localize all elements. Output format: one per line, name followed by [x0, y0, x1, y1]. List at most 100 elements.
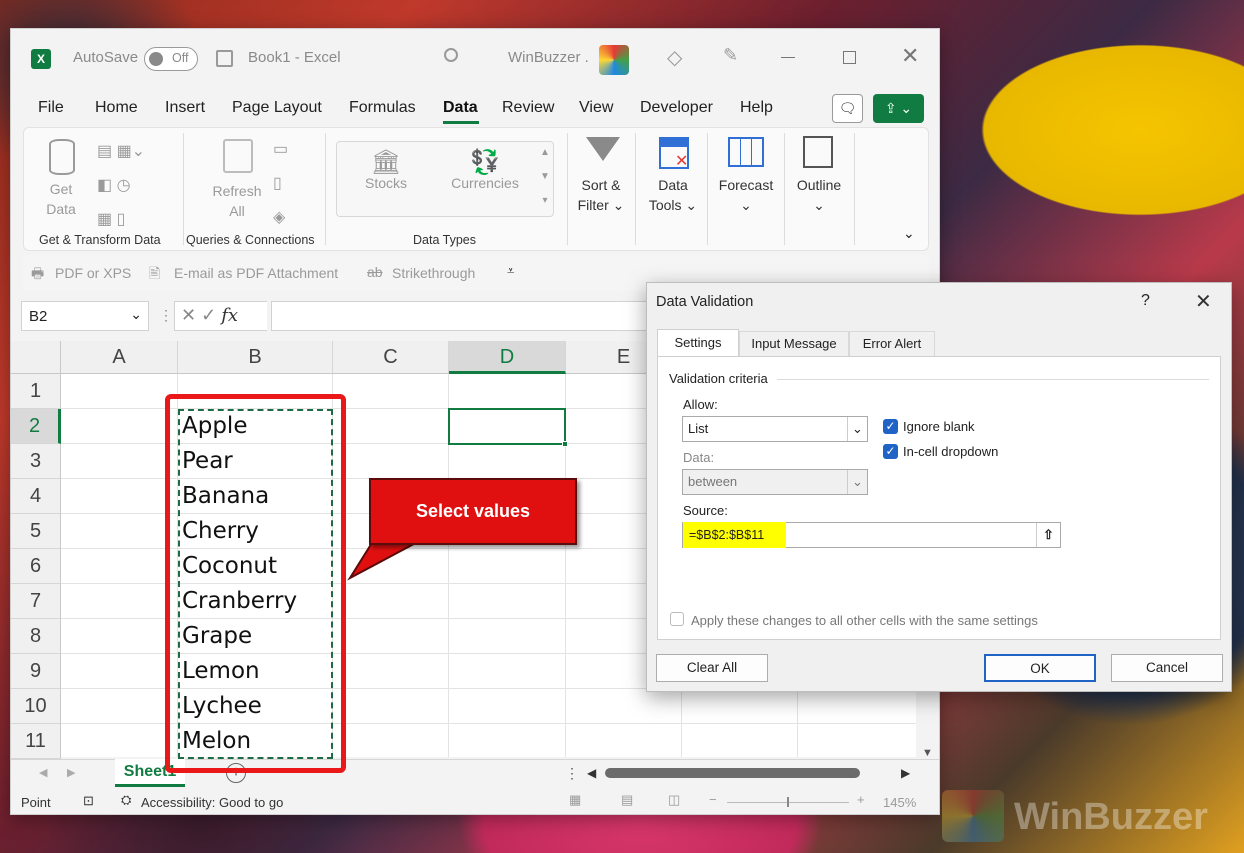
active-cell-d2[interactable]	[448, 408, 566, 445]
diamond-icon[interactable]: ◇	[667, 45, 682, 70]
get-data-button[interactable]: Get Data	[41, 179, 81, 219]
insert-function-icon[interactable]: fx	[221, 305, 238, 326]
horizontal-scrollbar-thumb[interactable]	[605, 768, 860, 778]
tab-data[interactable]: Data	[443, 99, 478, 117]
refresh-icon	[223, 139, 253, 173]
callout-text: Select values	[415, 501, 531, 521]
row-header-2[interactable]: 2	[11, 409, 61, 444]
zoom-level[interactable]: 145%	[883, 795, 916, 810]
refresh-all-button[interactable]: Refresh All	[207, 181, 267, 221]
macro-record-icon[interactable]: ⊡	[83, 793, 94, 809]
zoom-out-icon[interactable]: −	[709, 792, 717, 807]
group-data-types: Data Types	[413, 233, 477, 247]
col-header-a[interactable]: A	[61, 341, 178, 374]
tab-settings[interactable]: Settings	[657, 329, 739, 357]
autosave-state: Off	[172, 51, 189, 65]
filter-label: Filter ⌄	[577, 197, 625, 213]
hscroll-right-icon[interactable]: ▶	[901, 766, 910, 780]
accessibility-status[interactable]: Accessibility: Good to go	[141, 795, 283, 810]
normal-view-icon[interactable]: ▦	[569, 792, 581, 808]
row-header-6[interactable]: 6	[11, 549, 61, 584]
forecast-button[interactable]: Forecast ⌄	[711, 175, 781, 215]
row-header-5[interactable]: 5	[11, 514, 61, 549]
autosave-label: AutoSave	[73, 49, 139, 66]
save-icon[interactable]	[216, 50, 233, 67]
col-header-c[interactable]: C	[333, 341, 449, 374]
qat-customize-icon[interactable]: ⩡	[507, 263, 514, 279]
comments-button[interactable]: 🗨	[832, 94, 863, 123]
outline-icon	[803, 136, 833, 168]
in-cell-dropdown-checkbox[interactable]: ✓	[883, 444, 898, 459]
tab-developer[interactable]: Developer	[640, 99, 713, 117]
pen-icon[interactable]: ✎	[723, 45, 738, 66]
row-header-11[interactable]: 11	[11, 724, 61, 759]
search-icon[interactable]	[444, 48, 458, 62]
cancel-button[interactable]: Cancel	[1111, 654, 1223, 682]
select-all-corner[interactable]	[11, 341, 61, 374]
enter-entry-icon[interactable]: ✓	[201, 305, 216, 325]
data-tools-button[interactable]: Data Tools ⌄	[643, 175, 703, 215]
zoom-in-icon[interactable]: +	[857, 792, 865, 807]
allow-select[interactable]: List ⌄	[682, 416, 868, 442]
clear-all-button[interactable]: Clear All	[656, 654, 768, 682]
cancel-entry-icon[interactable]: ✕	[181, 305, 196, 325]
fill-handle[interactable]	[562, 441, 568, 447]
page-layout-view-icon[interactable]: ▤	[621, 792, 633, 808]
tab-scroll-left-icon[interactable]: ◀	[39, 766, 47, 779]
zoom-slider[interactable]	[727, 797, 849, 807]
range-select-icon[interactable]: ⇧	[1036, 523, 1060, 547]
gallery-scroll[interactable]: ▲ ▼ ▾	[537, 141, 553, 213]
tab-page-layout[interactable]: Page Layout	[232, 99, 322, 117]
avatar[interactable]	[599, 45, 629, 75]
tab-view[interactable]: View	[579, 99, 613, 117]
winbuzzer-logo-icon	[942, 790, 1004, 842]
hscroll-left-icon[interactable]: ◀	[587, 766, 596, 780]
row-header-4[interactable]: 4	[11, 479, 61, 514]
outline-button[interactable]: Outline ⌄	[787, 175, 851, 215]
row-header-3[interactable]: 3	[11, 444, 61, 479]
tab-review[interactable]: Review	[502, 99, 554, 117]
maximize-icon[interactable]	[843, 51, 856, 64]
col-header-d[interactable]: D	[449, 341, 566, 374]
page-break-view-icon[interactable]: ◫	[668, 792, 680, 808]
help-icon[interactable]: ?	[1141, 292, 1150, 310]
row-header-7[interactable]: 7	[11, 584, 61, 619]
ribbon-collapse-chevron-icon[interactable]: ⌄	[903, 225, 915, 242]
col-header-b[interactable]: B	[178, 341, 333, 374]
email-pdf-button[interactable]: E-mail as PDF Attachment	[174, 265, 338, 281]
row-header-1[interactable]: 1	[11, 374, 61, 409]
get-data-label: Get	[49, 181, 73, 197]
tab-formulas[interactable]: Formulas	[349, 99, 416, 117]
minimize-icon[interactable]	[781, 57, 795, 58]
currencies-button[interactable]: 💱 Currencies	[445, 151, 525, 193]
row-header-8[interactable]: 8	[11, 619, 61, 654]
sort-filter-button[interactable]: Sort & Filter ⌄	[571, 175, 631, 215]
highlight-box	[165, 394, 346, 773]
get-data-small-icons[interactable]: ▤ ▦⌄ ◧ ◷ ▦ ▯	[97, 135, 167, 237]
pdf-xps-button[interactable]: PDF or XPS	[55, 265, 131, 281]
apply-all-checkbox[interactable]	[670, 612, 684, 626]
dialog-close-icon[interactable]: ✕	[1195, 289, 1212, 314]
ignore-blank-checkbox[interactable]: ✓	[883, 419, 898, 434]
name-box[interactable]: B2 ⌄	[21, 301, 149, 331]
tab-file[interactable]: File	[38, 99, 64, 117]
row-header-10[interactable]: 10	[11, 689, 61, 724]
tab-input-message[interactable]: Input Message	[739, 331, 849, 357]
strikethrough-button[interactable]: Strikethrough	[392, 265, 475, 281]
tab-scroll-right-icon[interactable]: ▶	[67, 766, 75, 779]
tab-split-dots-icon[interactable]: ⋮	[565, 765, 579, 782]
tab-home[interactable]: Home	[95, 99, 138, 117]
data-tools-icon: ✕	[659, 137, 689, 170]
tab-error-alert[interactable]: Error Alert	[849, 331, 935, 357]
stocks-button[interactable]: 🏛 Stocks	[351, 151, 421, 193]
tab-help[interactable]: Help	[740, 99, 773, 117]
queries-small-icons[interactable]: ▭ ▯ ◈	[273, 133, 288, 235]
source-input[interactable]: =$B$2:$B$11 ⇧	[682, 522, 1061, 548]
close-icon[interactable]: ✕	[901, 43, 919, 69]
tab-insert[interactable]: Insert	[165, 99, 205, 117]
ok-button[interactable]: OK	[984, 654, 1096, 682]
forecast-label: Forecast	[718, 177, 774, 193]
row-header-9[interactable]: 9	[11, 654, 61, 689]
autosave-toggle[interactable]: Off	[144, 47, 198, 71]
share-button[interactable]: ⇪ ⌄	[873, 94, 924, 123]
